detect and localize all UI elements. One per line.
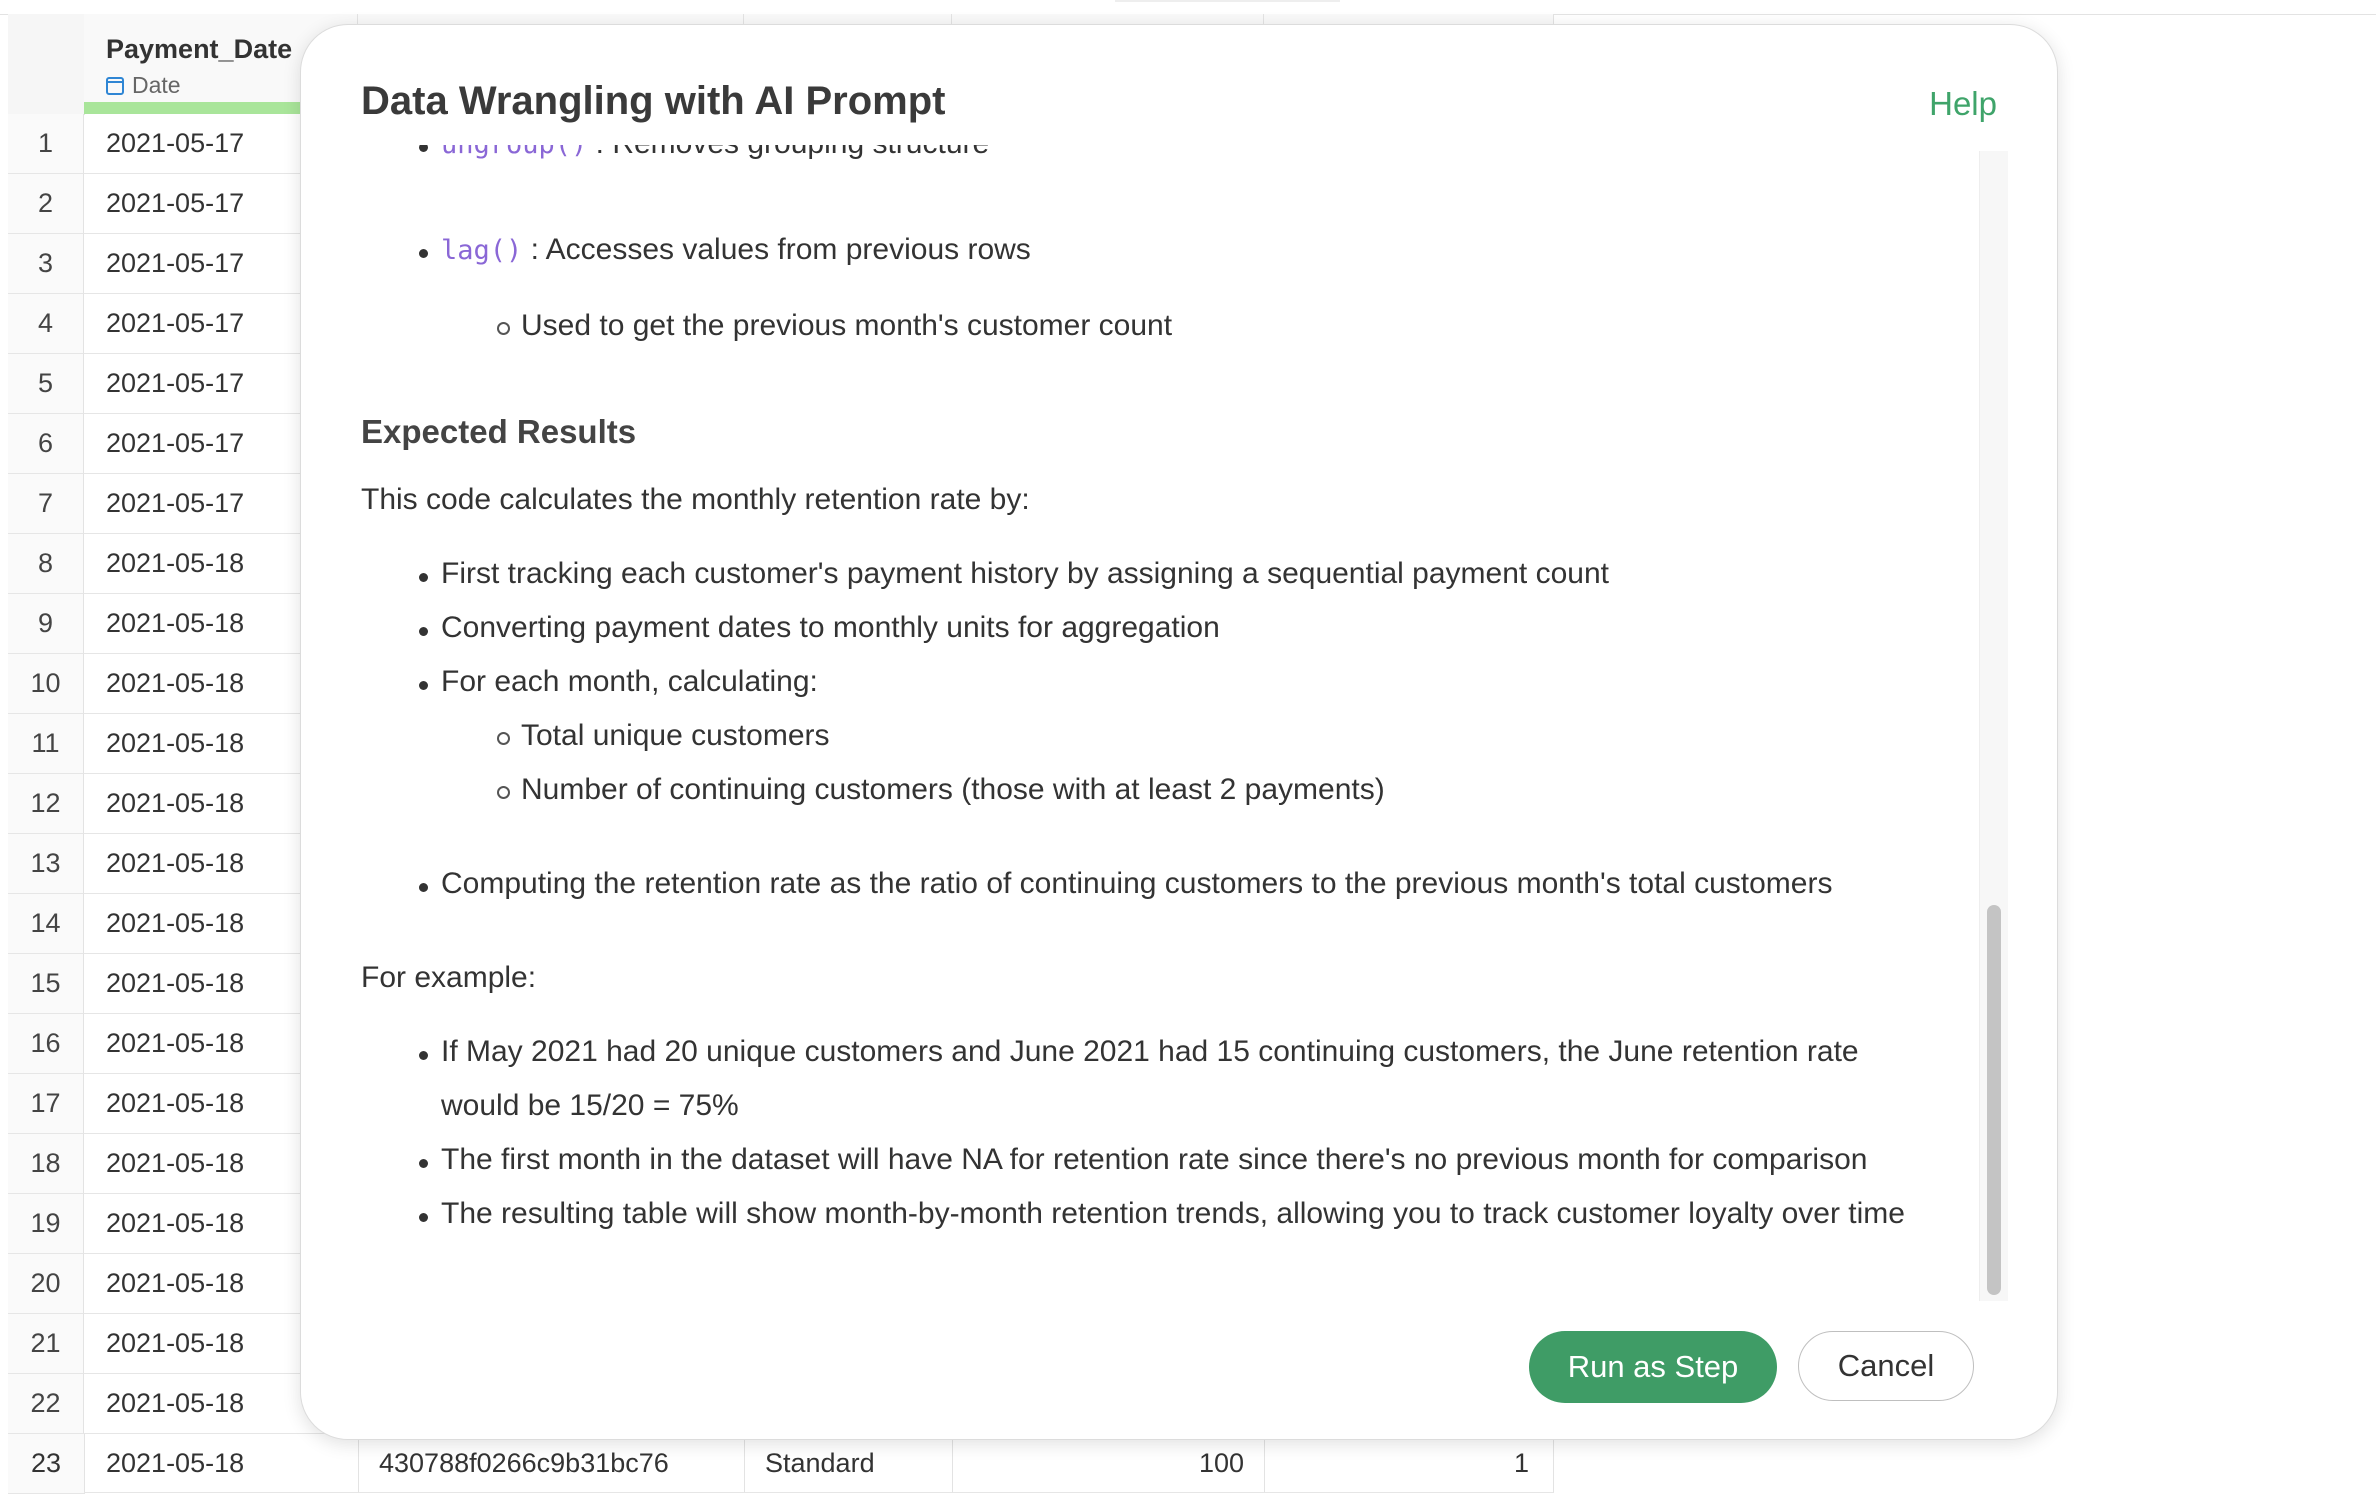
row-number: 7 (8, 474, 84, 534)
sub-list-item: Number of continuing customers (those wi… (497, 773, 1385, 806)
row-number: 12 (8, 774, 84, 834)
row-number: 2 (8, 174, 84, 234)
row-number-header (8, 14, 85, 115)
row-number: 9 (8, 594, 84, 654)
grid-top-accent (1115, 0, 1340, 2)
list-item: The resulting table will show month-by-m… (419, 1197, 1905, 1230)
row-number: 11 (8, 714, 84, 774)
list-item: Computing the retention rate as the rati… (418, 867, 1833, 900)
list-item: ungroup() : Removes grouping structure (418, 145, 990, 161)
row-number: 20 (8, 1254, 84, 1314)
table-cell-id[interactable]: 430788f0266c9b31bc76 (358, 1434, 744, 1493)
table-cell-plan[interactable]: Standard (744, 1434, 952, 1493)
paragraph: This code calculates the monthly retenti… (361, 483, 1030, 516)
list-item: For each month, calculating: (419, 665, 818, 698)
list-item: lag() : Accesses values from previous ro… (419, 233, 1031, 267)
table-cell-date[interactable]: 2021-05-18 (84, 1434, 358, 1493)
row-number: 4 (8, 294, 84, 354)
row-number: 19 (8, 1194, 84, 1254)
table-cell-count[interactable]: 1 (1264, 1434, 1554, 1493)
column-name: Payment_Date (106, 34, 293, 64)
sub-list-item: Used to get the previous month's custome… (496, 309, 1173, 342)
run-as-step-button[interactable]: Run as Step (1529, 1331, 1777, 1403)
column-type-label: Date (132, 72, 181, 98)
row-number: 17 (8, 1074, 84, 1134)
row-number: 5 (8, 354, 84, 414)
row-number: 13 (8, 834, 84, 894)
row-number: 18 (8, 1134, 84, 1194)
arrow-shape (1321, 1327, 1509, 1431)
paragraph: For example: (361, 961, 537, 994)
row-number: 6 (8, 414, 84, 474)
cancel-button[interactable]: Cancel (1798, 1331, 1974, 1401)
dialog-content: ungroup() : Removes grouping structure l… (361, 145, 1981, 1245)
row-number: 16 (8, 1014, 84, 1074)
list-item-text: : Removes grouping structure (596, 145, 990, 160)
sub-list-item: Total unique customers (497, 719, 830, 752)
list-item: First tracking each customer's payment h… (419, 557, 1609, 590)
list-item-text: : Accesses values from previous rows (530, 233, 1031, 266)
calendar-icon (106, 76, 124, 95)
table-cell-amount[interactable]: 100 (952, 1434, 1264, 1493)
row-number: 21 (8, 1314, 84, 1374)
list-item-continuation: would be 15/20 = 75% (441, 1089, 739, 1122)
scrollbar-thumb[interactable] (1987, 905, 2001, 1295)
row-number: 23 (8, 1434, 85, 1494)
help-link[interactable]: Help (1929, 85, 1997, 123)
dialog-title: Data Wrangling with AI Prompt (361, 79, 946, 123)
row-number: 10 (8, 654, 84, 714)
row-number: 15 (8, 954, 84, 1014)
list-item: Converting payment dates to monthly unit… (419, 611, 1220, 644)
code-token: ungroup() (441, 145, 587, 160)
row-number: 8 (8, 534, 84, 594)
row-number: 1 (8, 114, 84, 174)
ai-prompt-dialog: Data Wrangling with AI Prompt Help ungro… (300, 24, 2058, 1440)
row-number: 22 (8, 1374, 84, 1434)
section-heading: Expected Results (361, 413, 637, 450)
row-numbers: 1 2 3 4 5 6 7 8 9 10 11 12 13 14 15 16 17 18 19 20 21 22 (8, 114, 84, 1434)
row-number: 14 (8, 894, 84, 954)
code-token: lag() (441, 235, 523, 266)
list-item: If May 2021 had 20 unique customers and … (419, 1035, 1859, 1068)
column-type: Date (106, 72, 181, 99)
list-item: The first month in the dataset will have… (418, 1143, 1868, 1176)
row-number: 3 (8, 234, 84, 294)
